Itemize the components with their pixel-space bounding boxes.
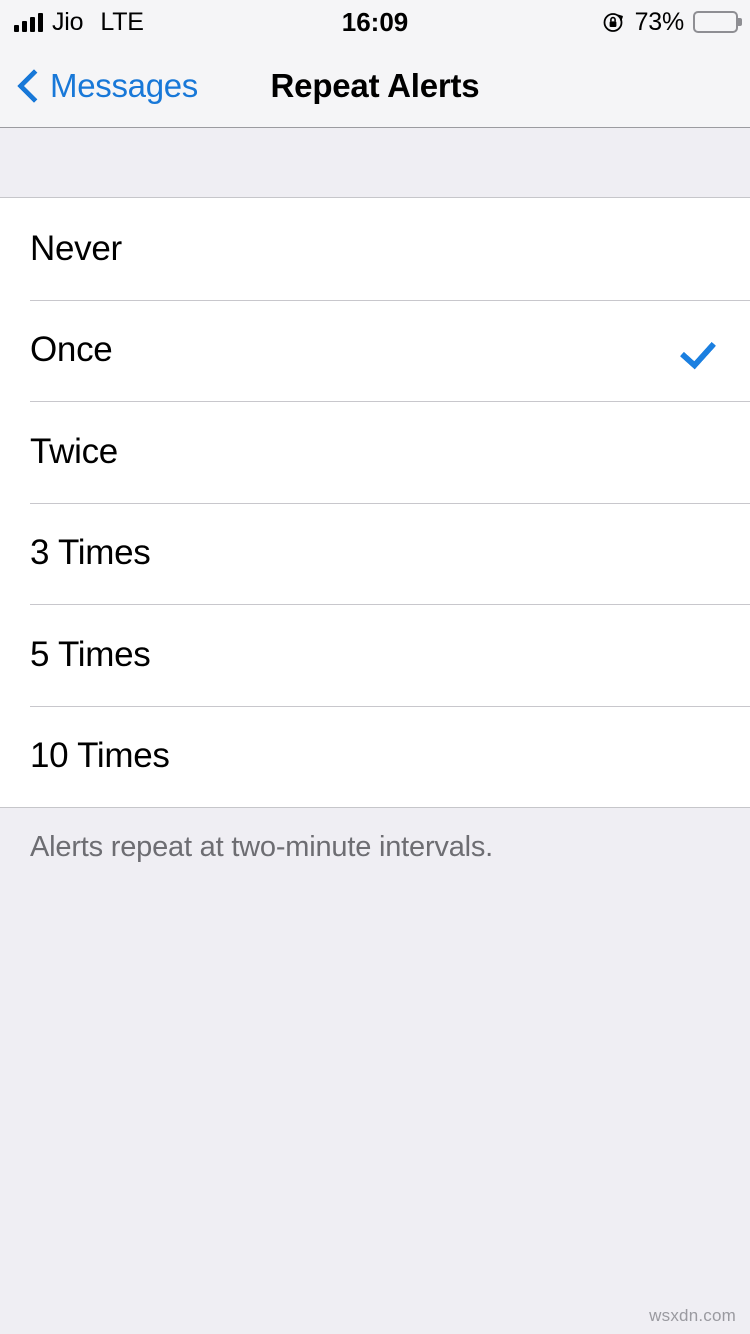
option-label: Never bbox=[30, 228, 122, 268]
option-label: 5 Times bbox=[30, 634, 151, 674]
battery-percent-label: 73% bbox=[634, 7, 685, 36]
option-label: 3 Times bbox=[30, 533, 151, 573]
option-label: 10 Times bbox=[30, 736, 170, 776]
option-row[interactable]: 3 Times bbox=[0, 502, 750, 604]
battery-icon bbox=[693, 11, 738, 33]
option-row[interactable]: 10 Times bbox=[0, 705, 750, 807]
status-bar: Jio LTE 16:09 73% bbox=[0, 0, 750, 44]
option-row[interactable]: Once bbox=[0, 299, 750, 401]
navigation-bar: Messages Repeat Alerts bbox=[0, 44, 750, 128]
option-row[interactable]: 5 Times bbox=[0, 604, 750, 706]
section-footer: Alerts repeat at two-minute intervals. bbox=[0, 807, 750, 865]
rotation-lock-icon bbox=[602, 10, 626, 34]
checkmark-icon bbox=[683, 333, 717, 367]
watermark: wsxdn.com bbox=[649, 1306, 736, 1325]
back-button[interactable]: Messages bbox=[0, 67, 198, 105]
repeat-alerts-options-list: Never Once Twice 3 Times 5 Times 10 Times bbox=[0, 198, 750, 807]
chevron-left-icon bbox=[18, 69, 40, 103]
back-button-label: Messages bbox=[50, 66, 199, 104]
option-row[interactable]: Never bbox=[0, 198, 750, 300]
option-label: Twice bbox=[30, 431, 118, 471]
option-label: Once bbox=[30, 330, 113, 370]
status-bar-right-group: 73% bbox=[602, 8, 738, 37]
section-footer-text: Alerts repeat at two-minute intervals. bbox=[30, 831, 494, 863]
option-row[interactable]: Twice bbox=[0, 401, 750, 503]
section-header-spacer bbox=[0, 128, 750, 198]
